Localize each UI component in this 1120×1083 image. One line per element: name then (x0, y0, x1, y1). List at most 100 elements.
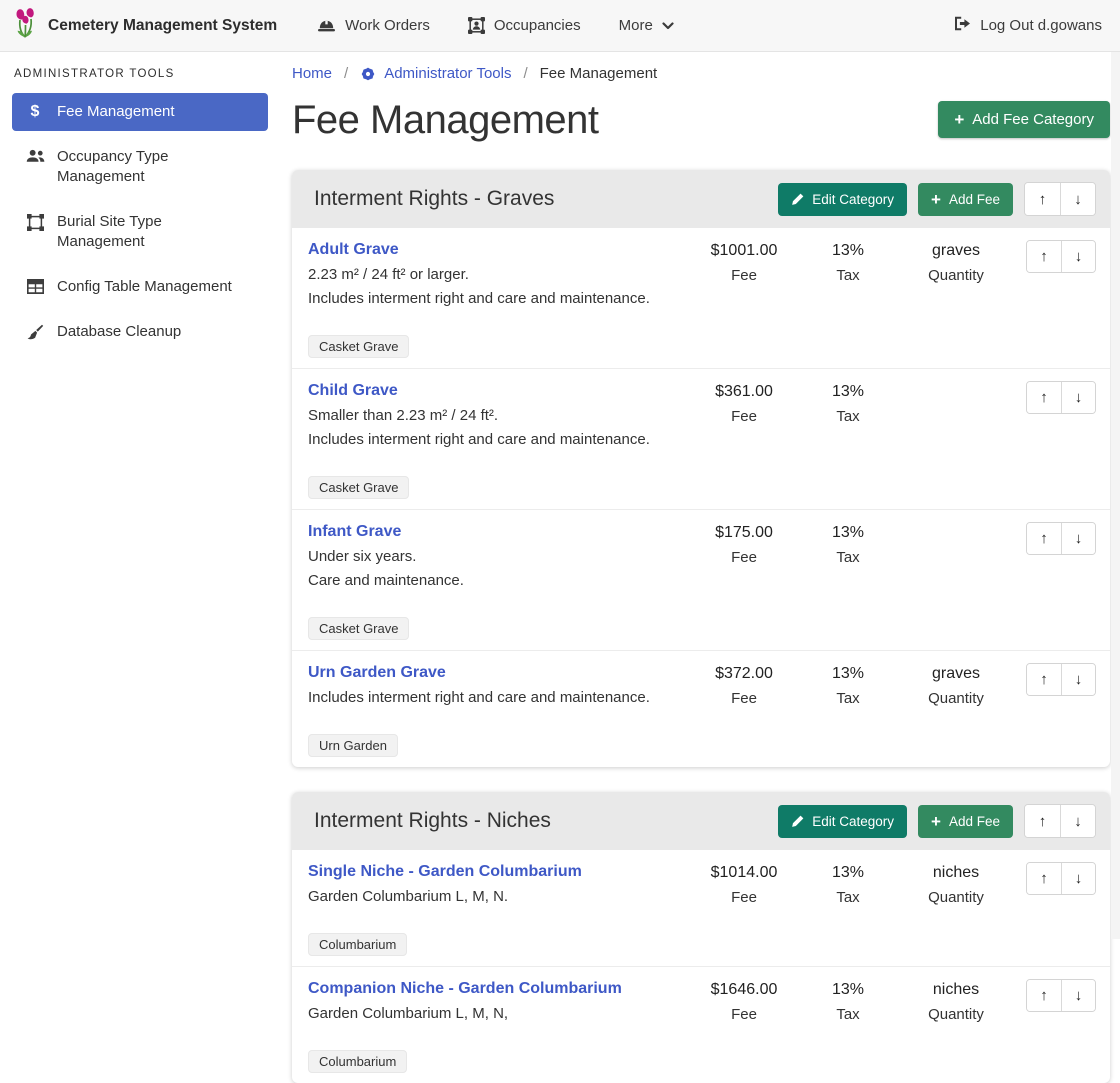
fee-name-link[interactable]: Infant Grave (308, 522, 401, 542)
fee-amount-label: Fee (692, 266, 796, 285)
category-header: Interment Rights - GravesEdit Category+A… (292, 170, 1110, 228)
arrow-up-icon: ↑ (1040, 671, 1048, 688)
fee-tax-value: 13% (796, 241, 900, 261)
fee-amount-value: $361.00 (692, 382, 796, 402)
fee-tax-value: 13% (796, 863, 900, 883)
arrow-down-icon: ↓ (1075, 987, 1083, 1004)
move-fee-up-button[interactable]: ↑ (1027, 664, 1061, 695)
fee-tax-column: 13%Tax (796, 381, 900, 426)
fee-name-link[interactable]: Single Niche - Garden Columbarium (308, 862, 582, 882)
fee-name-link[interactable]: Child Grave (308, 381, 398, 401)
edit-category-button[interactable]: Edit Category (778, 805, 907, 838)
fee-quantity-column: graves Quantity (900, 663, 1012, 708)
fee-amount-column: $175.00 Fee (692, 522, 796, 567)
fee-tax-value: 13% (796, 664, 900, 684)
scrollbar-track[interactable] (1111, 52, 1120, 939)
move-fee-down-button[interactable]: ↓ (1061, 863, 1095, 894)
plus-icon: + (954, 113, 964, 126)
move-fee-up-button[interactable]: ↑ (1027, 523, 1061, 554)
breadcrumb-home-link[interactable]: Home (292, 65, 332, 82)
move-fee-down-button[interactable]: ↓ (1061, 523, 1095, 554)
fee-info: Adult Grave2.23 m² / 24 ft² or larger.In… (308, 240, 692, 358)
main-content: Home / Administrator Tools / Fee Managem… (280, 52, 1120, 939)
sidebar-item-database-cleanup[interactable]: Database Cleanup (12, 313, 268, 351)
fee-info: Urn Garden GraveIncludes interment right… (308, 663, 692, 757)
fee-amount-column: $1646.00Fee (692, 979, 796, 1024)
move-category-down-button[interactable]: ↓ (1060, 805, 1095, 837)
nav-item-occupancies[interactable]: Occupancies (468, 17, 581, 34)
move-fee-up-button[interactable]: ↑ (1027, 382, 1061, 413)
logout-icon (954, 16, 971, 35)
sidebar-heading: ADMINISTRATOR TOOLS (14, 68, 280, 80)
sidebar-item-label: Burial Site Type Management (57, 212, 245, 252)
breadcrumb-separator: / (523, 65, 527, 82)
arrow-up-icon: ↑ (1040, 987, 1048, 1004)
move-category-down-button[interactable]: ↓ (1060, 183, 1095, 215)
fee-reorder-buttons: ↑↓ (1026, 240, 1096, 273)
fee-tax-label: Tax (796, 888, 900, 907)
fee-name-link[interactable]: Companion Niche - Garden Columbarium (308, 979, 622, 999)
navbar-links: Work Orders Occupancies More (317, 17, 674, 34)
fee-amount-column: $361.00Fee (692, 381, 796, 426)
fee-amount-value: $175.00 (692, 523, 796, 543)
sidebar: ADMINISTRATOR TOOLS $Fee Management Occup… (0, 52, 280, 939)
fee-info: Companion Niche - Garden ColumbariumGard… (308, 979, 692, 1073)
nav-item-more[interactable]: More (619, 17, 674, 34)
move-fee-down-button[interactable]: ↓ (1061, 382, 1095, 413)
nav-item-label: Occupancies (494, 17, 581, 34)
move-fee-down-button[interactable]: ↓ (1061, 980, 1095, 1011)
add-fee-button[interactable]: +Add Fee (918, 183, 1013, 216)
sidebar-item-label: Occupancy Type Management (57, 147, 245, 187)
move-fee-down-button[interactable]: ↓ (1061, 664, 1095, 695)
fee-name-link[interactable]: Urn Garden Grave (308, 663, 446, 683)
fee-quantity-label: Quantity (900, 689, 1012, 708)
category-panel-interment-rights-niches: Interment Rights - NichesEdit Category+A… (292, 792, 1110, 1083)
fee-type-badge: Urn Garden (308, 734, 398, 757)
fee-description: Garden Columbarium L, M, N. (308, 887, 692, 906)
arrow-up-icon: ↑ (1040, 870, 1048, 887)
move-fee-down-button[interactable]: ↓ (1061, 241, 1095, 272)
logout-label: Log Out d.gowans (980, 17, 1102, 34)
add-fee-category-button[interactable]: + Add Fee Category (938, 101, 1110, 138)
fee-name-link[interactable]: Adult Grave (308, 240, 399, 260)
sidebar-item-fee-management[interactable]: $Fee Management (12, 93, 268, 131)
fee-type-badge: Columbarium (308, 933, 407, 956)
move-category-up-button[interactable]: ↑ (1025, 805, 1060, 837)
move-category-up-button[interactable]: ↑ (1025, 183, 1060, 215)
fee-type-badge: Casket Grave (308, 476, 409, 499)
arrow-up-icon: ↑ (1039, 191, 1047, 208)
app-brand[interactable]: Cemetery Management System (12, 7, 277, 44)
breadcrumb-admin-tools-link[interactable]: Administrator Tools (360, 65, 511, 82)
fee-tax-column: 13%Tax (796, 979, 900, 1024)
fee-amount-label: Fee (692, 548, 796, 567)
vector-square-icon (24, 212, 46, 231)
fee-description: Includes interment right and care and ma… (308, 430, 692, 449)
arrow-down-icon: ↓ (1074, 813, 1082, 830)
category-panel-interment-rights-graves: Interment Rights - GravesEdit Category+A… (292, 170, 1110, 767)
sidebar-item-burial-site-type-management[interactable]: Burial Site Type Management (12, 203, 268, 261)
fee-quantity-value: graves (900, 664, 1012, 684)
sidebar-item-config-table-management[interactable]: Config Table Management (12, 268, 268, 306)
fee-amount-column: $1014.00Fee (692, 862, 796, 907)
edit-category-button[interactable]: Edit Category (778, 183, 907, 216)
move-fee-up-button[interactable]: ↑ (1027, 863, 1061, 894)
arrow-down-icon: ↓ (1074, 191, 1082, 208)
sidebar-item-occupancy-type-management[interactable]: Occupancy Type Management (12, 138, 268, 196)
nav-item-label: More (619, 17, 653, 34)
fee-amount-column: $372.00Fee (692, 663, 796, 708)
fee-amount-label: Fee (692, 689, 796, 708)
nav-item-work-orders[interactable]: Work Orders (317, 17, 430, 34)
fee-tax-value: 13% (796, 382, 900, 402)
move-fee-up-button[interactable]: ↑ (1027, 241, 1061, 272)
add-fee-button[interactable]: +Add Fee (918, 805, 1013, 838)
fee-info: Child GraveSmaller than 2.23 m² / 24 ft²… (308, 381, 692, 499)
logout-button[interactable]: Log Out d.gowans (954, 16, 1102, 35)
breadcrumb: Home / Administrator Tools / Fee Managem… (292, 65, 1110, 82)
arrow-up-icon: ↑ (1040, 389, 1048, 406)
fee-description: Under six years. (308, 547, 692, 566)
category-reorder-buttons: ↑↓ (1024, 182, 1096, 216)
fee-quantity-label: Quantity (900, 888, 1012, 907)
fee-tax-value: 13% (796, 980, 900, 1000)
dollar-icon: $ (24, 102, 46, 120)
move-fee-up-button[interactable]: ↑ (1027, 980, 1061, 1011)
